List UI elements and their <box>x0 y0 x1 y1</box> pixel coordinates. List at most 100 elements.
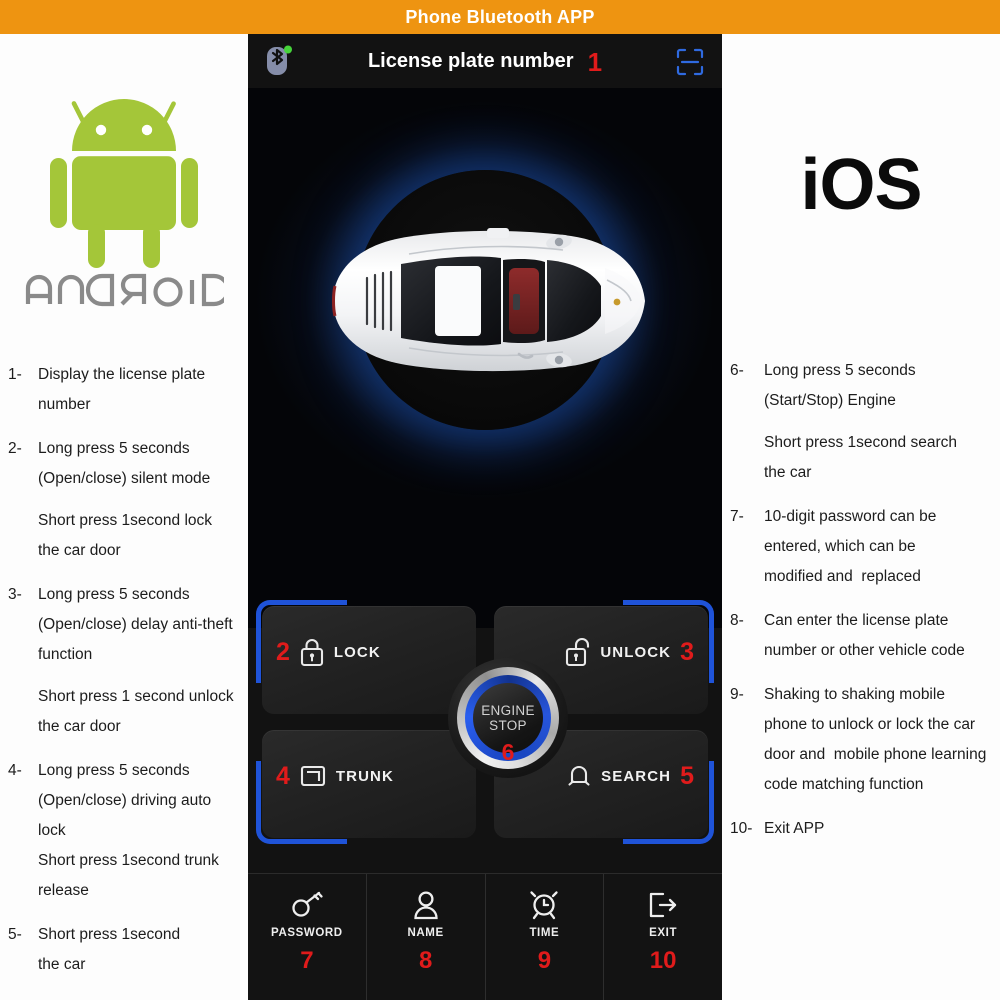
engine-label-line2: STOP <box>489 718 527 733</box>
bell-icon <box>568 765 590 786</box>
name-tool-button[interactable]: NAME 8 <box>365 874 485 1000</box>
exit-label: EXIT <box>649 927 678 939</box>
legend-line: entered, which can be <box>764 538 916 555</box>
legend-item-number: 1- <box>8 366 22 383</box>
legend-line: code matching function <box>764 776 924 793</box>
page-title: Phone Bluetooth APP <box>405 6 595 27</box>
android-logo <box>0 96 248 308</box>
name-label: NAME <box>407 927 444 939</box>
legend-item: 3- Long press 5 seconds (Open/close) delay… <box>8 580 248 742</box>
bottom-toolbar: PASSWORD 7 NAME 8 TIME 9 EXIT 10 <box>248 873 722 1000</box>
legend-line: (Start/Stop) Engine <box>764 392 896 409</box>
marker-1: 1 <box>587 47 603 77</box>
legend-item-lines: Can enter the license plate number or oth… <box>764 606 998 666</box>
legend-line: Short press 1second trunk <box>38 852 219 869</box>
vehicle-stage <box>248 88 722 628</box>
phone-header: License plate number 1 <box>248 34 722 88</box>
legend-line: (Open/close) silent mode <box>38 470 211 487</box>
marker-4: 4 <box>276 761 290 790</box>
legend-line-gap <box>38 670 248 682</box>
marker-2: 2 <box>276 637 290 666</box>
legend-item-number: 8- <box>730 612 744 629</box>
legend-line: number <box>38 396 91 413</box>
lock-button-content: 2 LOCK <box>262 632 476 672</box>
password-tool-button[interactable]: PASSWORD 7 <box>248 874 366 1000</box>
exit-tool-button[interactable]: EXIT 10 <box>603 874 722 1000</box>
legend-item: 6- Long press 5 seconds (Start/Stop) Engin… <box>730 356 998 488</box>
time-label: TIME <box>529 927 560 939</box>
search-button-label: SEARCH <box>601 767 672 785</box>
legend-line: number or other vehicle code <box>764 642 965 659</box>
legend-item-lines: Long press 5 seconds (Open/close) driving… <box>38 756 248 906</box>
control-button-grid: 2 LOCK UNLOCK 3 4 TRUNK SEARCH 5 ENGINE … <box>256 600 714 844</box>
legend-item-lines: Short press 1second the car <box>38 920 248 980</box>
legend-line: Long press 5 seconds <box>764 362 916 379</box>
legend-line: (Open/close) driving auto <box>38 792 212 809</box>
legend-item-lines: Long press 5 seconds (Start/Stop) Engine S… <box>764 356 998 488</box>
legend-line: the car door <box>38 542 121 559</box>
legend-line: Short press 1second <box>38 926 181 943</box>
legend-item-number: 3- <box>8 586 22 603</box>
trunk-icon <box>300 765 325 787</box>
legend-item-number: 9- <box>730 686 744 703</box>
scan-frame-icon[interactable] <box>676 48 704 76</box>
lock-open-icon <box>566 637 590 667</box>
exit-arrow-icon <box>649 892 677 918</box>
phone-title-row: License plate number 1 <box>248 34 722 88</box>
legend-line: Shaking to shaking mobile <box>764 686 945 703</box>
legend-item-number: 6- <box>730 362 744 379</box>
app-title-bar: Phone Bluetooth APP <box>0 0 1000 34</box>
legend-line: release <box>38 882 89 899</box>
legend-line: 10-digit password can be <box>764 508 937 525</box>
marker-3: 3 <box>680 637 694 666</box>
legend-item-number: 2- <box>8 440 22 457</box>
legend-line: Display the license plate <box>38 366 206 383</box>
alarm-clock-icon <box>530 891 559 920</box>
trunk-button-content: 4 TRUNK <box>262 756 476 796</box>
legend-line-gap <box>38 494 248 506</box>
marker-6: 6 <box>501 739 515 765</box>
key-icon <box>292 891 323 917</box>
engine-label-line1: ENGINE <box>481 702 535 718</box>
marker-10: 10 <box>649 947 677 974</box>
legend-line: lock <box>38 822 66 839</box>
legend-line: the car <box>764 464 812 481</box>
legend-item-number: 7- <box>730 508 744 525</box>
legend-item: 10- Exit APP <box>730 814 998 844</box>
legend-line: Short press 1second search <box>764 434 957 451</box>
time-tool-button[interactable]: TIME 9 <box>484 874 604 1000</box>
left-column: 1- Display the license plate number 2- Long … <box>0 34 248 1000</box>
legend-line: (Open/close) delay anti-theft <box>38 616 233 633</box>
marker-8: 8 <box>418 947 433 974</box>
android-wordmark <box>25 273 224 307</box>
trunk-button-label: TRUNK <box>335 767 394 785</box>
car-top-view-image <box>332 228 645 372</box>
legend-item: 8- Can enter the license plate number or o… <box>730 606 998 666</box>
legend-line: Long press 5 seconds <box>38 762 190 779</box>
legend-list-right: 6- Long press 5 seconds (Start/Stop) Engin… <box>730 356 998 858</box>
legend-item: 2- Long press 5 seconds (Open/close) silen… <box>8 434 248 566</box>
legend-line: door and mobile phone learning <box>764 746 987 763</box>
legend-line: Short press 1 second unlock <box>38 688 234 705</box>
legend-line: Long press 5 seconds <box>38 586 190 603</box>
legend-item-number: 10- <box>730 820 753 837</box>
legend-item-lines: 10-digit password can be entered, which c… <box>764 502 998 592</box>
marker-5: 5 <box>680 761 694 790</box>
ios-logo: iOS <box>800 145 922 225</box>
lock-button[interactable]: 2 LOCK <box>256 600 476 714</box>
android-robot-icon <box>50 99 198 268</box>
password-label: PASSWORD <box>271 927 343 939</box>
legend-item-lines: Display the license plate number <box>38 360 248 420</box>
marker-9: 9 <box>537 947 552 974</box>
legend-item-lines: Long press 5 seconds (Open/close) delay a… <box>38 580 248 742</box>
legend-item-lines: Shaking to shaking mobile phone to unlock… <box>764 680 998 800</box>
phone-app-screen: License plate number 1 2 LOCK UNLOCK 3 4… <box>248 34 722 1000</box>
legend-line: Exit APP <box>764 820 825 837</box>
person-icon <box>413 891 438 920</box>
legend-item: 5- Short press 1second the car <box>8 920 248 980</box>
legend-list-left: 1- Display the license plate number 2- Long … <box>8 360 248 994</box>
engine-start-stop-button[interactable]: ENGINE STOP 6 <box>448 658 568 778</box>
legend-line: function <box>38 646 93 663</box>
trunk-button[interactable]: 4 TRUNK <box>256 730 476 844</box>
legend-line-gap <box>764 416 998 428</box>
